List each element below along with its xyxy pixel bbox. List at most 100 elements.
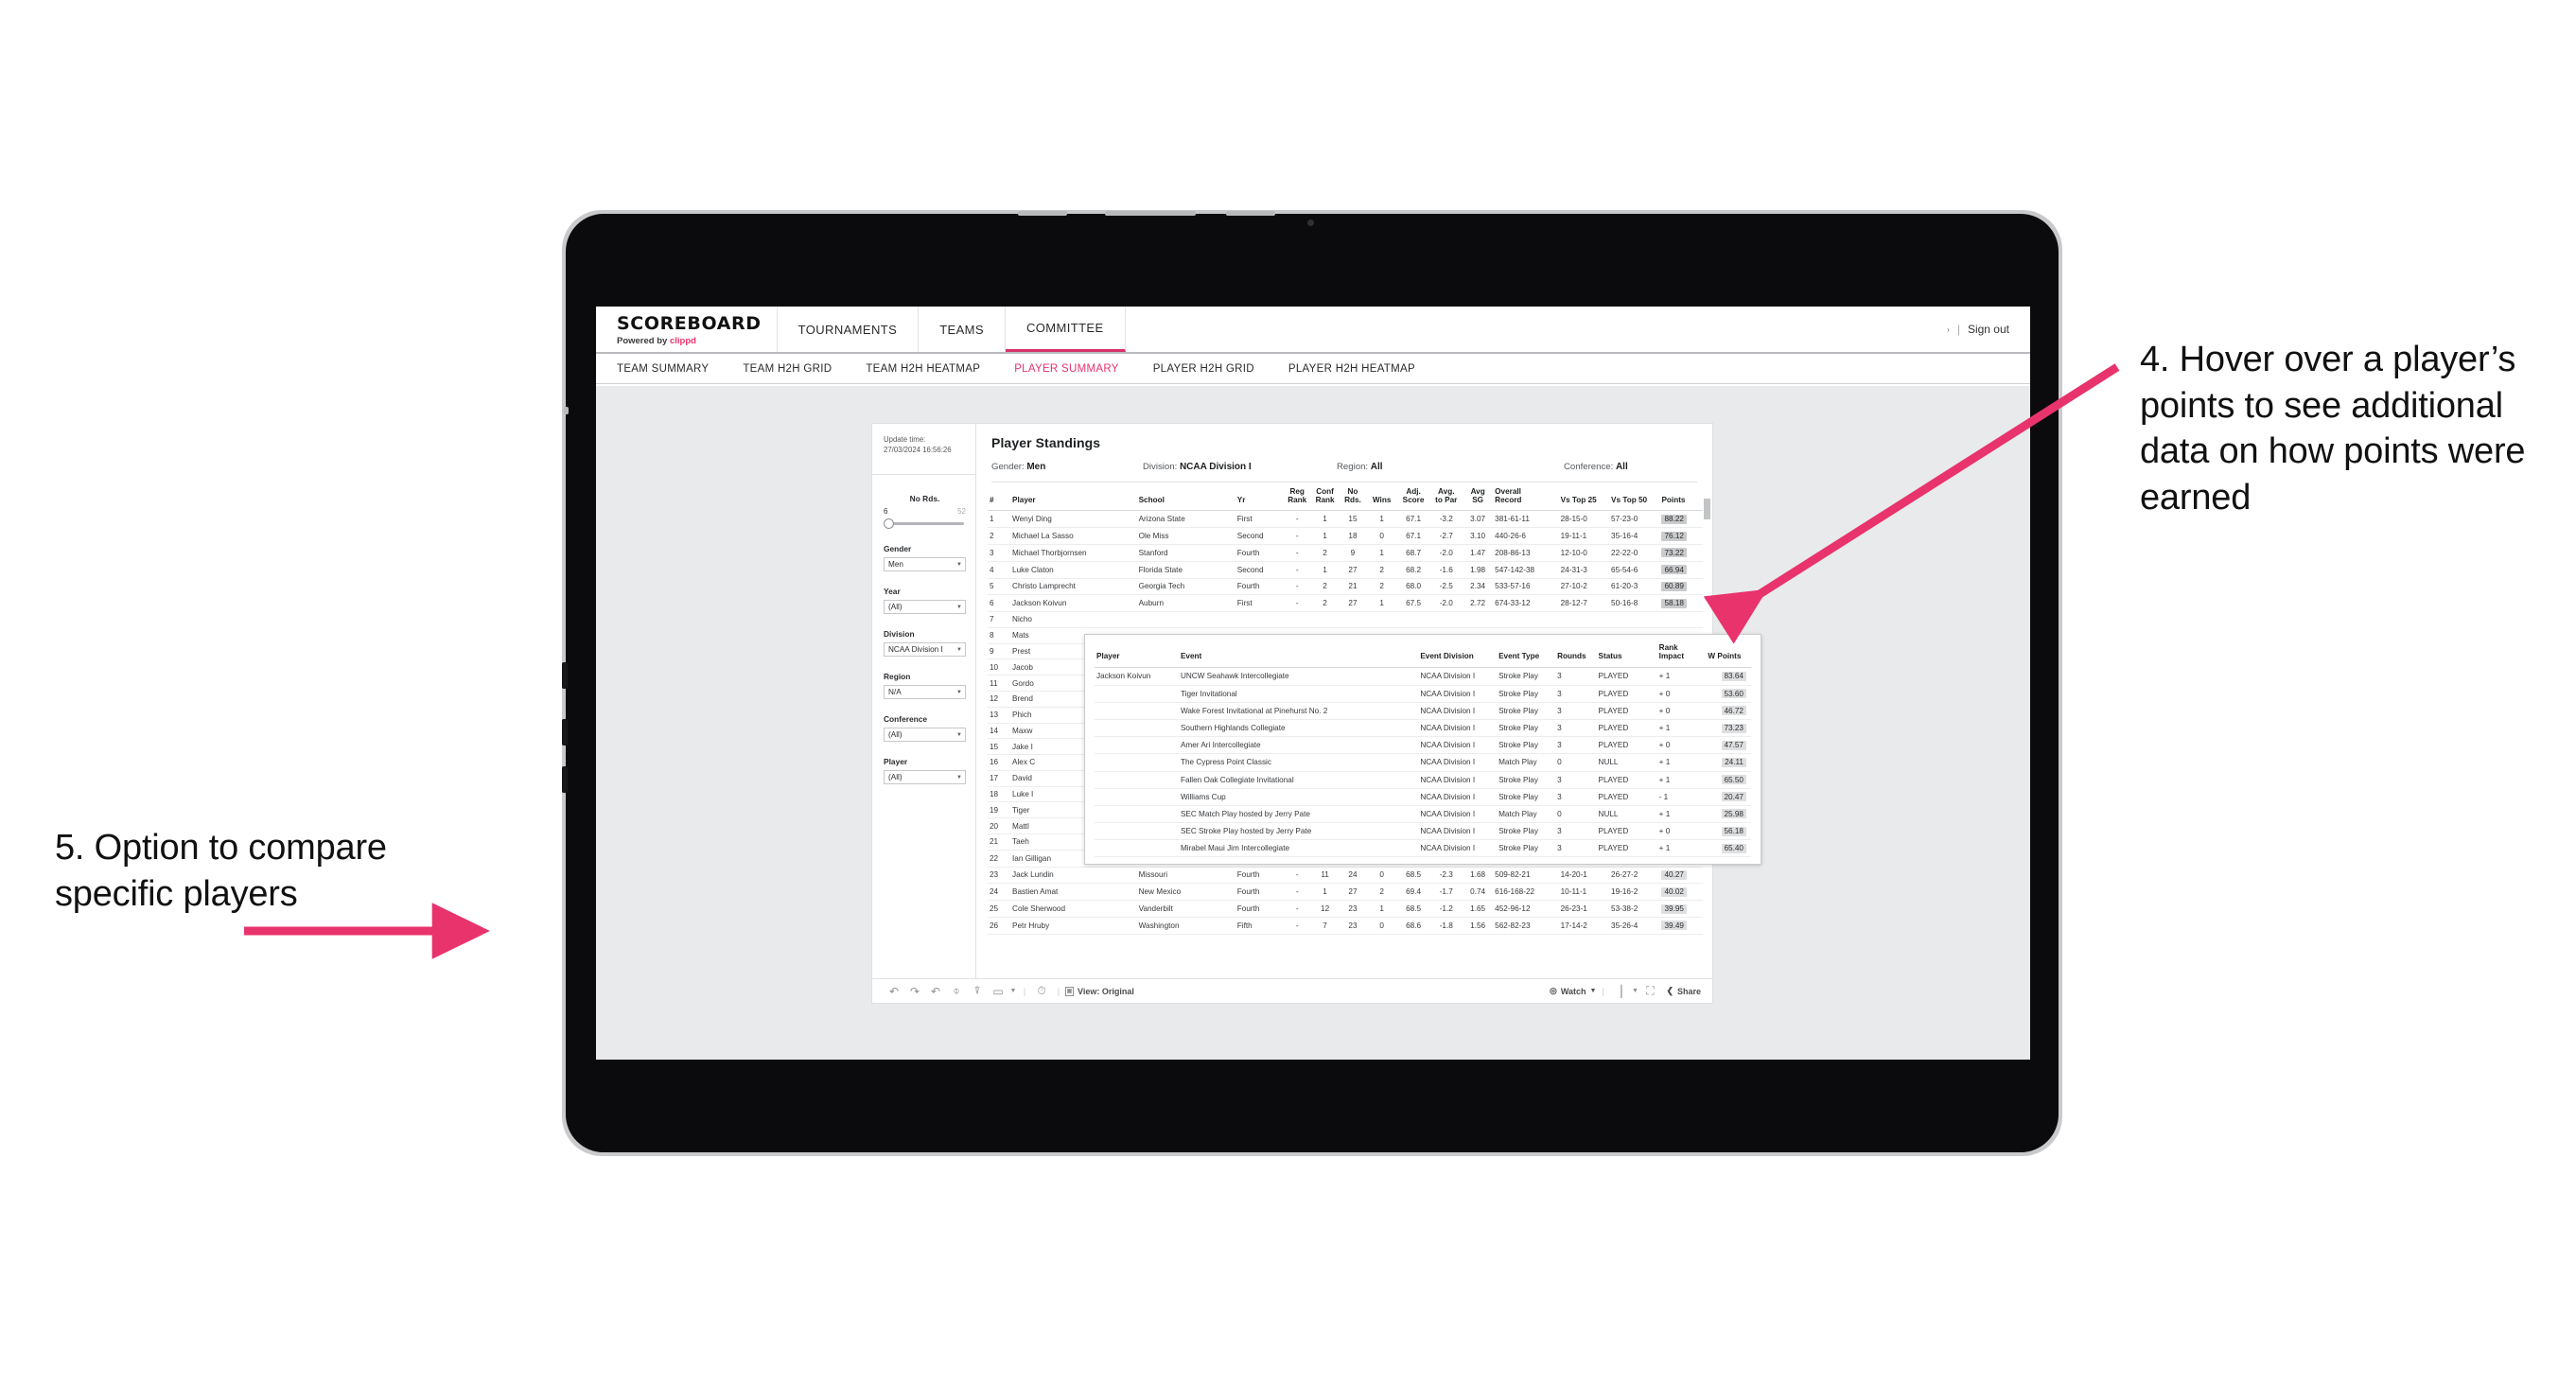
table-row[interactable]: 4 Luke Claton Florida State Second -1 27 2 68.2… <box>988 561 1703 579</box>
th-avg-sg[interactable]: Avg SG <box>1463 482 1494 512</box>
cell-player: Wenyi Ding <box>1010 510 1137 529</box>
watch-icon: ◎ <box>1549 986 1557 995</box>
th-adj-score[interactable]: Adj. Score <box>1396 482 1430 512</box>
pause-icon[interactable]: ⍒ <box>967 984 988 998</box>
points-value[interactable]: 40.27 <box>1661 869 1687 880</box>
filter-conference-select[interactable]: (All) ▼ <box>884 728 966 743</box>
slider-handle[interactable] <box>884 518 894 530</box>
tt-cell-status: PLAYED <box>1596 839 1657 858</box>
rectangle-select-icon[interactable]: ▭ <box>988 985 1008 998</box>
cell-points[interactable]: 76.12 <box>1659 527 1703 545</box>
filter-year-select[interactable]: (All) ▼ <box>884 600 966 615</box>
table-row[interactable]: 3 Michael Thorbjornsen Stanford Fourth -2 9 1 6… <box>988 544 1703 562</box>
undo-icon[interactable]: ↶ <box>884 985 904 998</box>
th-avg-to-par[interactable]: Avg. to Par <box>1429 482 1463 512</box>
cell-player: Nicho <box>1010 611 1703 628</box>
download-icon[interactable]: ⎟ <box>1609 985 1630 998</box>
table-row[interactable]: 24 Bastien Amat New Mexico Fourth -1 27 2 69.4-… <box>988 883 1703 902</box>
th-wins[interactable]: Wins <box>1366 482 1397 512</box>
cell-points[interactable]: 39.95 <box>1659 900 1703 918</box>
chevron-right-icon[interactable]: › <box>1947 325 1950 334</box>
nav-item-committee[interactable]: COMMITTEE <box>1005 307 1126 352</box>
th-reg-l1: Reg <box>1289 487 1305 496</box>
points-value[interactable]: 66.94 <box>1661 565 1687 575</box>
revert-icon[interactable]: ↶ <box>925 985 946 998</box>
cell-rank: 9 <box>988 643 1011 660</box>
tt-cell-status: NULL <box>1596 805 1657 824</box>
chevron-down-icon[interactable]: ▼ <box>1008 988 1018 994</box>
no-rounds-slider[interactable] <box>884 518 966 530</box>
points-value[interactable]: 58.18 <box>1661 598 1687 608</box>
cell-points[interactable]: 60.89 <box>1659 578 1703 596</box>
view-original-button[interactable]: ▣ View: Original <box>1065 986 1134 996</box>
cell-conf-rank: 2 <box>1310 594 1340 613</box>
history-clock-icon[interactable]: ⏱ <box>1031 984 1052 998</box>
subnav-team-h2h-heatmap[interactable]: TEAM H2H HEATMAP <box>866 363 997 375</box>
redo-icon[interactable]: ↷ <box>904 985 925 998</box>
cell-points[interactable]: 73.22 <box>1659 544 1703 562</box>
cell-points[interactable]: 58.18 <box>1659 594 1703 613</box>
filter-division-select[interactable]: NCAA Division I ▼ <box>884 642 966 658</box>
fullscreen-icon[interactable]: ⛶ <box>1639 984 1660 998</box>
table-row[interactable]: 2 Michael La Sasso Ole Miss Second -1 18 0 67.1… <box>988 527 1703 545</box>
filter-player-select[interactable]: (All) ▼ <box>884 770 966 785</box>
table-row[interactable]: 7 Nicho <box>988 611 1703 628</box>
th-vs-top-25[interactable]: Vs Top 25 <box>1558 482 1610 512</box>
update-time-label: Update time: <box>884 435 926 444</box>
cell-overall-record: 674-33-12 <box>1493 594 1559 613</box>
chevron-down-icon[interactable]: ▼ <box>1630 988 1639 994</box>
table-row[interactable]: 1 Wenyi Ding Arizona State First -1 15 1 67.1 -3… <box>988 510 1703 529</box>
filter-division-value: NCAA Division I <box>888 645 943 655</box>
cell-points[interactable]: 40.02 <box>1659 883 1703 902</box>
cell-points[interactable]: 40.27 <box>1659 867 1703 885</box>
watch-button[interactable]: ◎ Watch ▼ <box>1550 986 1596 996</box>
points-value[interactable]: 40.02 <box>1661 886 1687 897</box>
table-row[interactable]: 26 Petr Hruby Washington Fifth -7 23 0 68.6 -1.8… <box>988 917 1703 935</box>
nav-item-tournaments[interactable]: TOURNAMENTS <box>778 307 920 352</box>
cell-points[interactable]: 39.49 <box>1659 917 1703 935</box>
cell-adj-score: 68.6 <box>1396 917 1430 935</box>
th-sg-l1: Avg <box>1470 487 1485 496</box>
filter-region-select[interactable]: N/A ▼ <box>884 685 966 700</box>
th-points[interactable]: Points <box>1659 482 1703 512</box>
subnav-team-h2h-grid[interactable]: TEAM H2H GRID <box>743 363 849 375</box>
cell-points[interactable]: 88.22 <box>1659 510 1703 529</box>
points-value[interactable]: 88.22 <box>1661 514 1687 524</box>
th-conf-rank[interactable]: Conf Rank <box>1310 482 1340 512</box>
tt-cell-rank-impact: + 1 <box>1656 753 1707 772</box>
filter-division: Division NCAA Division I ▼ <box>884 629 966 658</box>
th-vs-top-50[interactable]: Vs Top 50 <box>1609 482 1660 512</box>
summary-region-value: All <box>1370 462 1383 472</box>
nav-item-teams[interactable]: TEAMS <box>919 307 1006 352</box>
table-row[interactable]: 5 Christo Lamprecht Georgia Tech Fourth -2 21… <box>988 578 1703 596</box>
table-row[interactable]: 6 Jackson Koivun Auburn First -2 27 1 67.5 -2.0 2… <box>988 594 1703 613</box>
th-reg-rank[interactable]: Reg Rank <box>1283 482 1311 512</box>
points-value[interactable]: 73.22 <box>1661 548 1687 558</box>
subnav-player-summary[interactable]: PLAYER SUMMARY <box>1014 363 1136 375</box>
subnav-team-summary[interactable]: TEAM SUMMARY <box>617 363 726 375</box>
brand-logo[interactable]: SCOREBOARD Powered by clippd <box>596 307 778 352</box>
view-icon: ▣ <box>1065 986 1074 996</box>
cell-vs-top-25: 10-11-1 <box>1558 883 1610 902</box>
share-button[interactable]: ❮ Share <box>1666 986 1701 996</box>
points-value[interactable]: 39.49 <box>1661 921 1687 931</box>
th-yr[interactable]: Yr <box>1235 482 1284 512</box>
refresh-icon[interactable]: ⌽ <box>946 984 967 998</box>
points-value[interactable]: 60.89 <box>1661 581 1687 591</box>
sign-out-link[interactable]: Sign out <box>1968 323 2009 336</box>
subnav-player-h2h-grid[interactable]: PLAYER H2H GRID <box>1153 363 1271 375</box>
table-row[interactable]: 25 Cole Sherwood Vanderbilt Fourth -12 23 1 68.… <box>988 900 1703 918</box>
tt-cell-w-points: 53.60 <box>1706 685 1751 703</box>
th-player[interactable]: Player <box>1010 482 1137 512</box>
filter-gender-select[interactable]: Men ▼ <box>884 557 966 572</box>
tt-cell-rounds: 3 <box>1555 822 1597 841</box>
th-rank[interactable]: # <box>988 482 1011 512</box>
subnav-player-h2h-heatmap[interactable]: PLAYER H2H HEATMAP <box>1288 363 1432 375</box>
th-school[interactable]: School <box>1136 482 1235 512</box>
cell-points[interactable]: 66.94 <box>1659 561 1703 579</box>
points-value[interactable]: 76.12 <box>1661 531 1687 541</box>
points-value[interactable]: 39.95 <box>1661 904 1687 914</box>
th-overall-record[interactable]: Overall Record <box>1493 482 1559 512</box>
th-no-rds[interactable]: No Rds. <box>1339 482 1367 512</box>
table-row[interactable]: 23 Jack Lundin Missouri Fourth -11 24 0 68.5 -2.… <box>988 867 1703 885</box>
